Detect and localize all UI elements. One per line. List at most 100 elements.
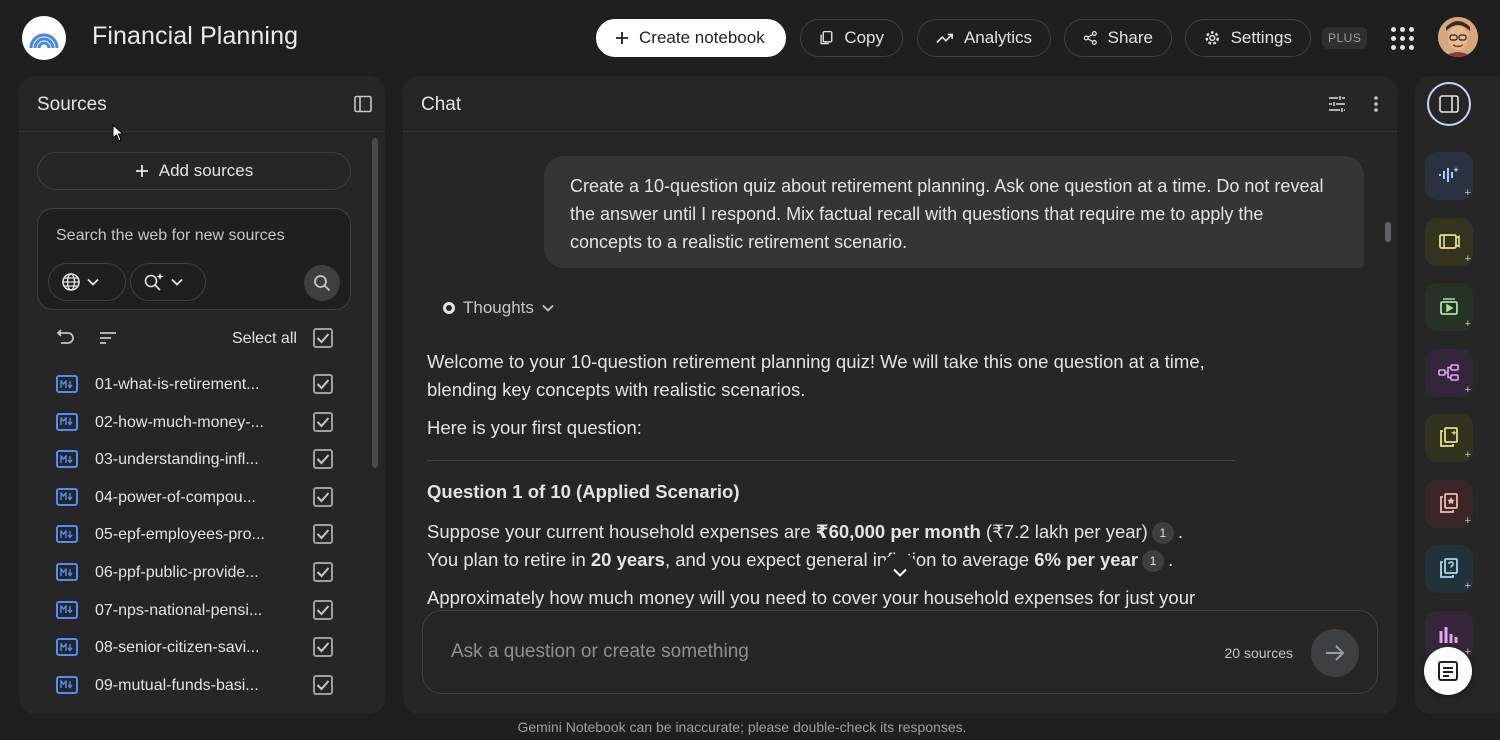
select-all-checkbox[interactable] xyxy=(313,328,333,348)
notes-button[interactable] xyxy=(1424,647,1472,695)
chevron-down-icon xyxy=(542,304,554,312)
add-plus-icon: + xyxy=(1464,252,1471,265)
checkmark-icon xyxy=(316,416,330,428)
disclaimer-text: Gemini Notebook can be inaccurate; pleas… xyxy=(517,719,967,735)
add-sources-button[interactable]: Add sources xyxy=(37,152,351,190)
reports-icon xyxy=(1440,427,1458,447)
share-button[interactable]: Share xyxy=(1064,19,1172,57)
more-vert-icon[interactable] xyxy=(1373,94,1379,114)
apps-grid-icon[interactable] xyxy=(1390,26,1414,50)
source-item[interactable]: 01-what-is-retirement... xyxy=(19,367,369,403)
markdown-file-icon xyxy=(56,450,78,469)
presentation-icon xyxy=(1440,298,1458,315)
tune-settings-icon[interactable] xyxy=(1327,94,1347,114)
chevron-down-icon xyxy=(87,278,99,286)
studio-tool-presentation[interactable]: + xyxy=(1425,283,1473,331)
studio-tool-flashcards[interactable]: + xyxy=(1425,479,1473,528)
response-intro: Welcome to your 10-question retirement p… xyxy=(427,351,1205,400)
web-search-submit-button[interactable] xyxy=(304,265,340,301)
question-emphasis: ₹60,000 per month xyxy=(815,521,981,542)
markdown-file-icon xyxy=(56,638,78,657)
source-checkbox[interactable] xyxy=(313,486,333,507)
settings-button[interactable]: Settings xyxy=(1185,19,1311,57)
studio-tool-mind-map[interactable]: + xyxy=(1425,348,1473,397)
source-item[interactable]: 06-ppf-public-provide... xyxy=(19,555,369,591)
analytics-button[interactable]: Analytics xyxy=(917,19,1051,57)
logo-arcs-icon xyxy=(29,33,59,49)
source-checkbox[interactable] xyxy=(313,562,333,582)
source-item[interactable]: 05-epf-employees-pro... xyxy=(19,517,369,553)
source-item[interactable]: 09-mutual-funds-basi... xyxy=(19,668,369,704)
plus-icon xyxy=(135,165,148,177)
response-divider xyxy=(427,460,1235,461)
scroll-down-button[interactable] xyxy=(881,553,919,591)
collapse-panel-icon[interactable] xyxy=(354,95,372,113)
source-checkbox[interactable] xyxy=(313,449,333,470)
add-plus-icon: + xyxy=(1464,449,1471,461)
source-checkbox[interactable] xyxy=(313,411,333,432)
source-label: 07-nps-national-pensi... xyxy=(95,601,263,619)
source-label: 09-mutual-funds-basi... xyxy=(95,676,259,694)
studio-panel: + + + + + + + + xyxy=(1415,76,1500,714)
mouse-pointer-icon xyxy=(112,124,124,142)
studio-tool-audio-overview[interactable]: + xyxy=(1425,152,1473,200)
checkmark-icon xyxy=(316,642,330,653)
settings-label: Settings xyxy=(1230,28,1292,47)
notebook-title[interactable]: Financial Planning xyxy=(92,22,298,51)
globe-icon xyxy=(62,273,80,291)
copy-icon xyxy=(820,30,833,45)
chevron-down-icon xyxy=(893,568,907,577)
sources-scrollbar[interactable] xyxy=(372,138,378,468)
citation-chip[interactable]: 1 xyxy=(1151,522,1174,545)
chat-input[interactable]: Ask a question or create something xyxy=(451,641,749,663)
studio-tool-reports[interactable]: + xyxy=(1425,414,1473,462)
send-button[interactable] xyxy=(1311,629,1359,677)
source-item[interactable]: 03-understanding-infl... xyxy=(19,442,369,478)
markdown-file-icon xyxy=(56,563,78,581)
source-label: 04-power-of-compou... xyxy=(95,488,256,506)
source-label: 02-how-much-money-... xyxy=(95,413,264,431)
question-title: Question 1 of 10 (Applied Scenario) xyxy=(427,481,740,502)
note-icon xyxy=(1438,661,1458,681)
source-checkbox[interactable] xyxy=(313,524,333,545)
source-checkbox[interactable] xyxy=(313,674,333,695)
audio-overview-icon xyxy=(1439,167,1459,182)
source-checkbox[interactable] xyxy=(313,637,333,658)
chat-title: Chat xyxy=(421,94,462,115)
web-search-input[interactable]: Search the web for new sources xyxy=(56,227,285,245)
source-item[interactable]: 07-nps-national-pensi... xyxy=(19,593,369,629)
markdown-file-icon xyxy=(56,487,78,506)
create-notebook-button[interactable]: Create notebook xyxy=(596,19,786,57)
create-notebook-label: Create notebook xyxy=(639,28,765,47)
chat-scrollbar[interactable] xyxy=(1385,222,1391,242)
app-logo[interactable] xyxy=(22,16,66,60)
sources-panel: Sources Add sources Search the web for n… xyxy=(19,76,385,714)
source-item[interactable]: 04-power-of-compou... xyxy=(19,480,369,516)
refresh-icon[interactable] xyxy=(55,329,75,347)
select-all-label[interactable]: Select all xyxy=(232,330,297,348)
research-mode-dropdown[interactable] xyxy=(130,263,206,301)
citation-chip[interactable]: 1 xyxy=(1142,550,1165,573)
analytics-label: Analytics xyxy=(963,28,1032,47)
share-icon xyxy=(1083,31,1097,45)
source-item[interactable]: 08-senior-citizen-savi... xyxy=(19,630,369,666)
source-checkbox[interactable] xyxy=(313,599,333,620)
expand-studio-button[interactable] xyxy=(1427,82,1471,126)
question-emphasis: 20 years xyxy=(590,549,665,570)
studio-tool-video-overview[interactable]: + xyxy=(1425,217,1473,266)
web-source-dropdown[interactable] xyxy=(48,263,126,301)
chat-header: Chat xyxy=(403,76,1397,132)
mind-map-icon xyxy=(1438,363,1459,381)
trending-up-icon xyxy=(936,33,953,44)
thoughts-toggle[interactable]: Thoughts xyxy=(443,298,554,318)
user-avatar-icon xyxy=(1438,17,1478,57)
avatar[interactable] xyxy=(1438,17,1478,57)
studio-tool-quiz[interactable]: + xyxy=(1425,545,1473,593)
copy-button[interactable]: Copy xyxy=(800,19,903,57)
source-checkbox[interactable] xyxy=(313,374,333,394)
panel-toggle-icon xyxy=(1439,95,1459,113)
sort-icon[interactable] xyxy=(99,331,117,345)
source-label: 03-understanding-infl... xyxy=(95,451,259,469)
source-item[interactable]: 02-how-much-money-... xyxy=(19,405,369,441)
response-lead: Here is your first question: xyxy=(427,417,642,438)
